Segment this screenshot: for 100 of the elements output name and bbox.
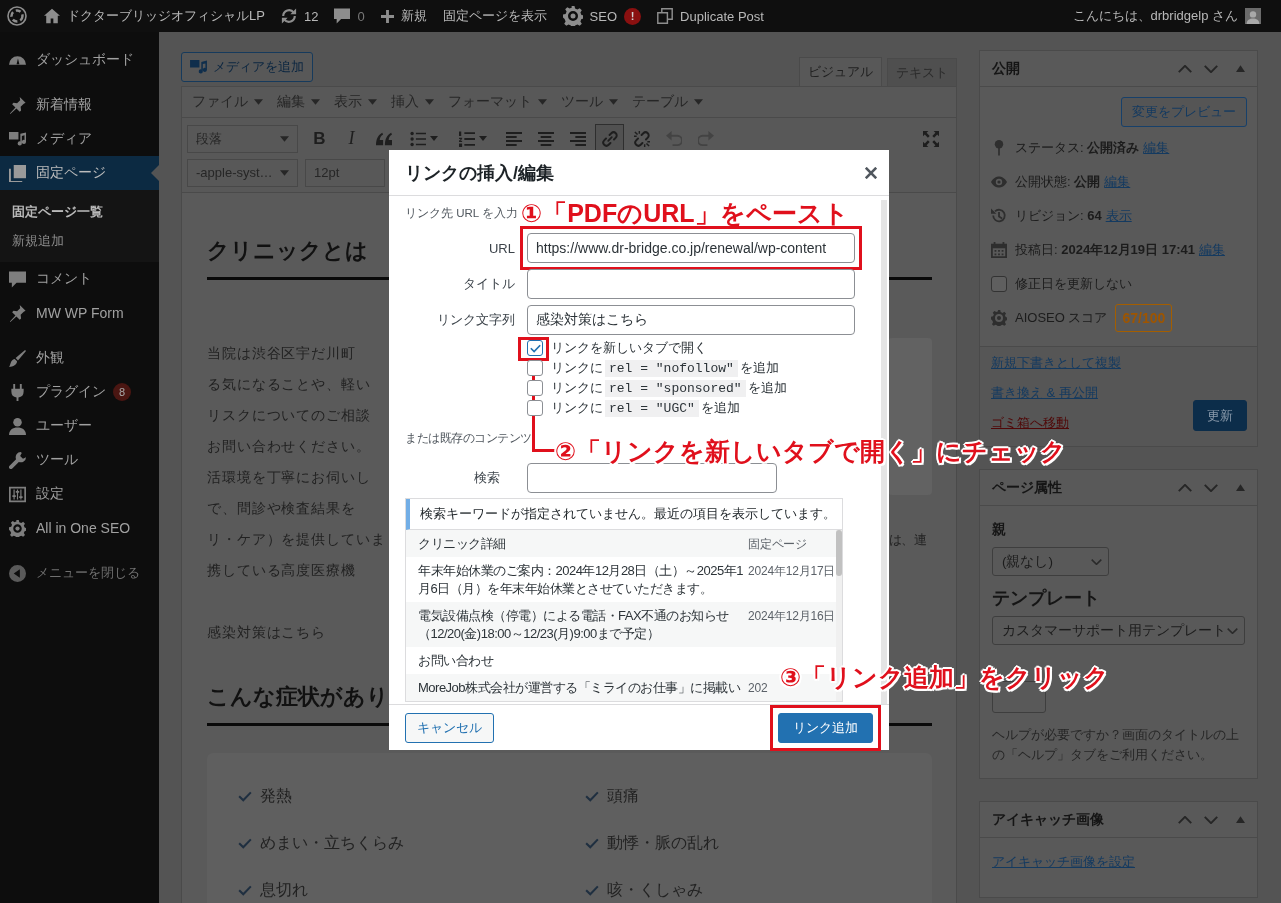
history-icon: [991, 208, 1007, 224]
close-icon[interactable]: [865, 166, 877, 179]
caret-icon: [694, 99, 703, 105]
triangle-up-icon[interactable]: [1236, 816, 1245, 823]
check-icon: [585, 791, 599, 802]
media-icon: [9, 130, 26, 148]
triangle-up-icon[interactable]: [1236, 65, 1245, 72]
wrench-icon: [9, 451, 26, 469]
input-field[interactable]: 感染対策はこちら: [527, 305, 855, 335]
speech-bubble-icon: [334, 8, 351, 24]
result-meta: 固定ページ: [748, 537, 807, 551]
result-meta: 202: [748, 681, 768, 695]
result-title[interactable]: MoreJob株式会社が運営する「ミライのお仕事」に掲載い: [418, 679, 746, 697]
menu-item[interactable]: プラグイン 8: [0, 375, 159, 409]
checkbox[interactable]: [527, 380, 543, 396]
menu-item[interactable]: 外観: [0, 341, 159, 375]
chevron-up-icon[interactable]: [1178, 483, 1192, 492]
result-title[interactable]: 年末年始休業のご案内：2024年12月28日（土）～2025年1月6日（月）を年末年始休業とさせていただきます。: [418, 562, 746, 598]
menu-item[interactable]: ユーザー: [0, 409, 159, 443]
seo-menu-link[interactable]: SEO !: [554, 0, 650, 32]
menu-item[interactable]: コメント: [0, 262, 159, 296]
pages-icon: [9, 164, 26, 182]
result-title[interactable]: クリニック詳細: [418, 535, 746, 553]
checkbox-label: リンクを新しいタブで開く: [551, 339, 707, 357]
duplicate-post-link[interactable]: Duplicate Post: [649, 0, 772, 32]
symptom-text: 咳・くしゃみ: [607, 880, 703, 900]
submenu-item[interactable]: 固定ページ一覧: [0, 197, 159, 226]
brush-icon: [9, 349, 26, 367]
field-label: テンプレート: [992, 588, 1101, 608]
menu-item[interactable]: ツール: [0, 443, 159, 477]
logo-icon: [7, 6, 27, 26]
menu-item[interactable]: All in One SEO: [0, 511, 159, 545]
menu-item[interactable]: 固定ページ: [0, 156, 159, 190]
menu-item[interactable]: 新着情報: [0, 88, 159, 122]
field-label: 検索: [473, 469, 501, 487]
checkbox[interactable]: [527, 360, 543, 376]
copy-icon: [657, 8, 674, 24]
score-badge: 67/100: [1115, 304, 1173, 332]
menu-item[interactable]: ダッシュボード: [0, 43, 159, 77]
checkbox[interactable]: [527, 400, 543, 416]
calendar-icon: [991, 242, 1007, 258]
check-icon: [238, 885, 252, 896]
chevron-down-icon[interactable]: [1204, 64, 1218, 73]
home-icon: [44, 8, 60, 24]
input-field[interactable]: https://www.dr-bridge.co.jp/renewal/wp-content: [527, 233, 855, 263]
pushpin-icon: [9, 96, 26, 114]
panel-title: アイキャッチ画像: [992, 810, 1104, 829]
submenu-item[interactable]: 新規追加: [0, 226, 159, 255]
user-icon: [9, 417, 26, 435]
result-meta: 2024年12月17日: [748, 564, 836, 578]
search-field[interactable]: [527, 463, 777, 493]
site-link[interactable]: ドクターブリッジオフィシャルLP: [36, 0, 273, 32]
menu-item[interactable]: 設定: [0, 477, 159, 511]
panel-title: 公開: [992, 59, 1020, 78]
numbered-list-icon: [459, 130, 475, 147]
align-right-icon: [569, 130, 586, 147]
gear-icon: [9, 519, 26, 537]
pushpin-icon: [9, 304, 26, 322]
chevron-down-icon[interactable]: [1204, 815, 1218, 824]
caret-icon: [430, 136, 438, 141]
update-button[interactable]: 更新: [1193, 400, 1247, 431]
collapse-menu-button[interactable]: メニューを閉じる: [0, 556, 159, 590]
avatar-icon: [1245, 8, 1261, 24]
updates-link[interactable]: 12: [272, 0, 327, 32]
checkbox[interactable]: [991, 276, 1007, 292]
check-icon: [529, 343, 541, 353]
chevron-up-icon[interactable]: [1178, 64, 1192, 73]
checkbox[interactable]: [527, 340, 543, 356]
checkbox-label: リンクに rel = "nofollow" を追加: [551, 359, 779, 377]
count-badge: 8: [113, 383, 131, 401]
account-link[interactable]: こんにちは、drbridgelp さん: [1064, 0, 1269, 32]
plus-icon: [380, 9, 394, 23]
link-icon: [601, 130, 618, 147]
scrollbar-thumb[interactable]: [836, 530, 842, 576]
triangle-up-icon[interactable]: [1236, 484, 1245, 491]
new-link[interactable]: 新規: [372, 0, 435, 32]
input-field[interactable]: [527, 269, 855, 299]
broken-link-icon: [633, 130, 650, 147]
caret-icon: [538, 99, 547, 105]
chevron-down-icon[interactable]: [1204, 483, 1218, 492]
comments-link[interactable]: 0: [326, 0, 373, 32]
check-icon: [585, 838, 599, 849]
add-link-button[interactable]: リンク追加: [778, 712, 873, 743]
speech-bubble-icon: [9, 270, 26, 288]
symptom-text: 頭痛: [607, 786, 639, 806]
checkbox-label: リンクに rel = "UGC" を追加: [551, 399, 740, 417]
chevron-down-icon: [1227, 627, 1238, 634]
symptom-text: 発熱: [260, 786, 292, 806]
cancel-button[interactable]: キャンセル: [405, 712, 494, 743]
section-label: または既存のコンテンツ: [405, 431, 532, 446]
checkbox-label: リンクに rel = "sponsored" を追加: [551, 379, 787, 397]
caret-icon: [280, 135, 289, 142]
menu-item[interactable]: メディア: [0, 122, 159, 156]
caret-icon: [368, 99, 377, 105]
caret-icon: [609, 99, 618, 105]
caret-icon: [254, 99, 263, 105]
view-page-link[interactable]: 固定ページを表示: [434, 0, 555, 32]
menu-item[interactable]: MW WP Form: [0, 296, 159, 330]
chevron-up-icon[interactable]: [1178, 815, 1192, 824]
result-title[interactable]: 電気設備点検（停電）による電話・FAX不通のお知らせ（12/20(金)18:00～12/23(月)9:00まで予定）: [418, 607, 746, 643]
